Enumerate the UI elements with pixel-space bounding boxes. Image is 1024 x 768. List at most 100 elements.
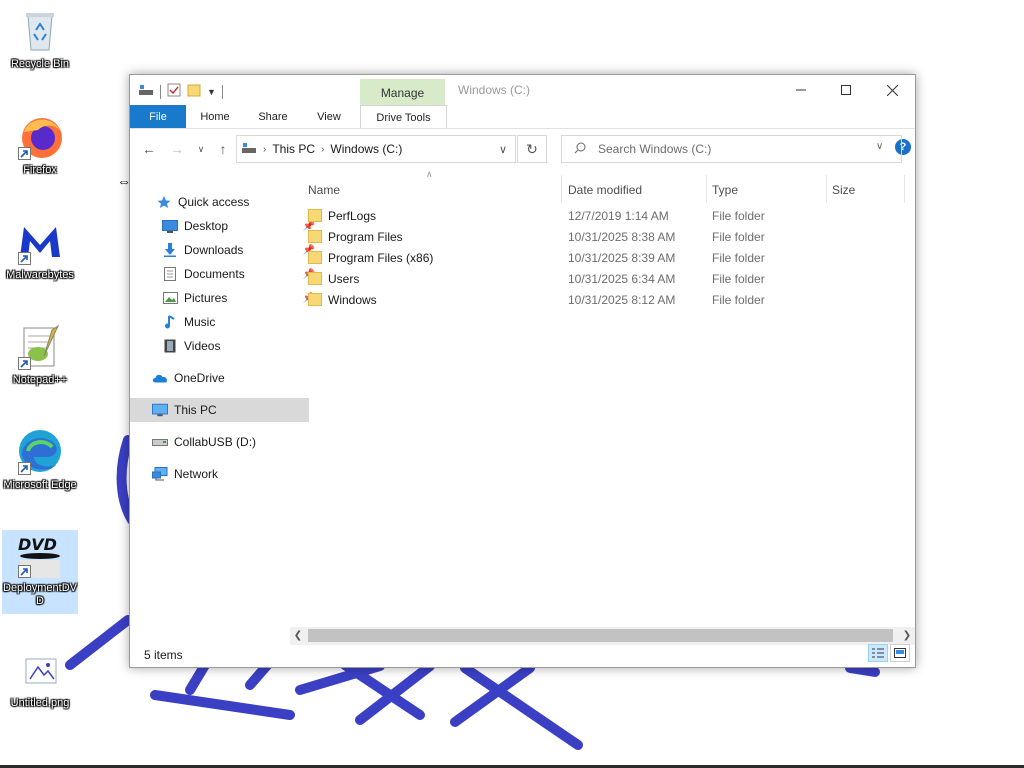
svg-text:DVD: DVD	[18, 535, 57, 554]
notepadpp-icon	[16, 322, 64, 370]
drive-icon[interactable]	[138, 83, 154, 100]
quick-access-toolbar: ▼	[138, 83, 223, 100]
title-bar[interactable]: ▼ Manage Windows (C:)	[130, 75, 915, 105]
desktop-icon-edge[interactable]: Microsoft Edge	[2, 427, 78, 492]
shortcut-arrow-icon	[18, 252, 31, 265]
desktop-icon-label: Firefox	[23, 164, 57, 176]
file-row[interactable]: PerfLogs 12/7/2019 1:14 AM File folder	[308, 206, 898, 227]
desktop-icon-label: DeploymentDVD	[3, 582, 77, 607]
nav-item-downloads[interactable]: Downloads 📌	[130, 238, 319, 262]
column-header-name[interactable]: Name	[308, 179, 340, 201]
address-dropdown-icon[interactable]: ∨	[499, 143, 507, 156]
search-box[interactable]	[561, 135, 902, 163]
toolbar-separator	[160, 84, 161, 99]
recent-locations-icon[interactable]: ∨	[192, 140, 210, 158]
desktop-icon-label: Notepad++	[12, 374, 68, 386]
refresh-button[interactable]: ↻	[517, 135, 547, 163]
file-type: File folder	[712, 293, 765, 307]
search-input[interactable]	[596, 141, 880, 157]
desktop-icon-deploymentdvd[interactable]: DVD DeploymentDVD	[2, 530, 78, 614]
nav-item-network[interactable]: Network	[130, 462, 309, 486]
nav-item-music[interactable]: Music	[130, 310, 319, 334]
file-date: 10/31/2025 8:39 AM	[568, 251, 676, 265]
back-arrow-icon[interactable]: ←	[140, 140, 158, 158]
address-bar[interactable]: › This PC › Windows (C:) ∨	[236, 135, 516, 163]
properties-icon[interactable]	[167, 83, 181, 100]
desktop-icon-notepadpp[interactable]: Notepad++	[2, 322, 78, 387]
search-icon	[574, 142, 586, 157]
forward-arrow-icon[interactable]: →	[168, 140, 186, 158]
shortcut-arrow-icon	[18, 357, 31, 370]
nav-item-quick-access[interactable]: Quick access	[130, 190, 313, 214]
tab-drive-tools[interactable]: Drive Tools	[360, 105, 447, 128]
new-folder-icon[interactable]	[187, 83, 201, 100]
nav-label: Network	[174, 467, 219, 481]
desktop-icon-untitled-png[interactable]: Untitled.png	[2, 645, 78, 710]
desktop-icon-label: Malwarebytes	[6, 269, 74, 281]
nav-item-collabusb[interactable]: CollabUSB (D:)	[130, 430, 309, 454]
scroll-right-icon[interactable]: ❯	[899, 627, 915, 645]
column-header-date-modified[interactable]: Date modified	[568, 179, 642, 201]
shortcut-arrow-icon	[18, 147, 31, 160]
nav-item-desktop[interactable]: Desktop 📌	[130, 214, 319, 238]
minimize-button[interactable]	[778, 75, 824, 105]
navigation-pane: Quick access Desktop 📌 Downloads 📌 Docum…	[130, 175, 315, 635]
file-row[interactable]: Users 10/31/2025 6:34 AM File folder	[308, 269, 898, 290]
nav-label: Downloads	[184, 243, 244, 257]
breadcrumb-separator-icon[interactable]: ›	[321, 144, 324, 155]
column-header-type[interactable]: Type	[712, 179, 738, 201]
close-icon	[886, 84, 898, 96]
tab-home[interactable]: Home	[192, 105, 238, 128]
up-arrow-icon[interactable]: ↑	[214, 140, 232, 158]
folder-icon	[308, 271, 322, 288]
maximize-icon	[841, 85, 851, 95]
nav-item-documents[interactable]: Documents 📌	[130, 262, 319, 286]
large-icons-view-button[interactable]	[890, 644, 910, 662]
firefox-icon	[16, 112, 64, 160]
horizontal-scrollbar[interactable]: ❮ ❯	[290, 627, 915, 645]
breadcrumb-windows-c[interactable]: Windows (C:)	[330, 142, 402, 156]
nav-label: Videos	[184, 339, 221, 353]
breadcrumb-separator-icon[interactable]: ›	[263, 144, 266, 155]
file-name: Program Files	[328, 230, 403, 244]
desktop-icon-malwarebytes[interactable]: Malwarebytes	[2, 217, 78, 282]
desktop-icon-label: Untitled.png	[10, 697, 70, 709]
file-row[interactable]: Program Files (x86) 10/31/2025 8:39 AM F…	[308, 248, 898, 269]
file-row[interactable]: Windows 10/31/2025 8:12 AM File folder	[308, 290, 898, 311]
tab-view[interactable]: View	[306, 105, 352, 128]
column-divider[interactable]	[904, 175, 905, 203]
computer-icon	[152, 402, 168, 418]
file-type: File folder	[712, 209, 765, 223]
desktop-icon-recycle-bin[interactable]: Recycle Bin	[2, 6, 78, 71]
malwarebytes-icon	[16, 217, 64, 265]
nav-item-videos[interactable]: Videos	[130, 334, 319, 358]
manage-context-tab-group[interactable]: Manage	[360, 79, 445, 105]
desktop-icon-firefox[interactable]: Firefox	[2, 112, 78, 177]
details-view-button[interactable]	[868, 644, 888, 662]
nav-label: OneDrive	[174, 371, 225, 385]
customize-toolbar-icon[interactable]: ▼	[207, 87, 216, 97]
cloud-icon	[152, 370, 168, 386]
scroll-left-icon[interactable]: ❮	[290, 627, 306, 645]
tab-file[interactable]: File	[130, 105, 186, 128]
nav-item-pictures[interactable]: Pictures 📌	[130, 286, 319, 310]
nav-item-this-pc[interactable]: This PC	[130, 398, 309, 422]
maximize-button[interactable]	[823, 75, 869, 105]
folder-icon	[308, 292, 322, 309]
column-divider[interactable]	[706, 175, 707, 203]
desktop-icon-label: Microsoft Edge	[3, 479, 77, 491]
column-header-size[interactable]: Size	[832, 179, 855, 201]
file-explorer-window[interactable]: ▼ Manage Windows (C:) File Home Share Vi…	[129, 74, 916, 668]
minimize-icon	[796, 89, 806, 91]
file-name: Program Files (x86)	[328, 251, 434, 265]
column-divider[interactable]	[826, 175, 827, 203]
nav-item-onedrive[interactable]: OneDrive	[130, 366, 309, 390]
file-date: 10/31/2025 8:12 AM	[568, 293, 676, 307]
close-button[interactable]	[869, 75, 915, 105]
scrollbar-thumb[interactable]	[308, 629, 893, 642]
breadcrumb-this-pc[interactable]: This PC	[272, 142, 315, 156]
tab-share[interactable]: Share	[250, 105, 296, 128]
column-divider[interactable]	[561, 175, 562, 203]
folder-icon	[308, 208, 322, 225]
file-row[interactable]: Program Files 10/31/2025 8:38 AM File fo…	[308, 227, 898, 248]
